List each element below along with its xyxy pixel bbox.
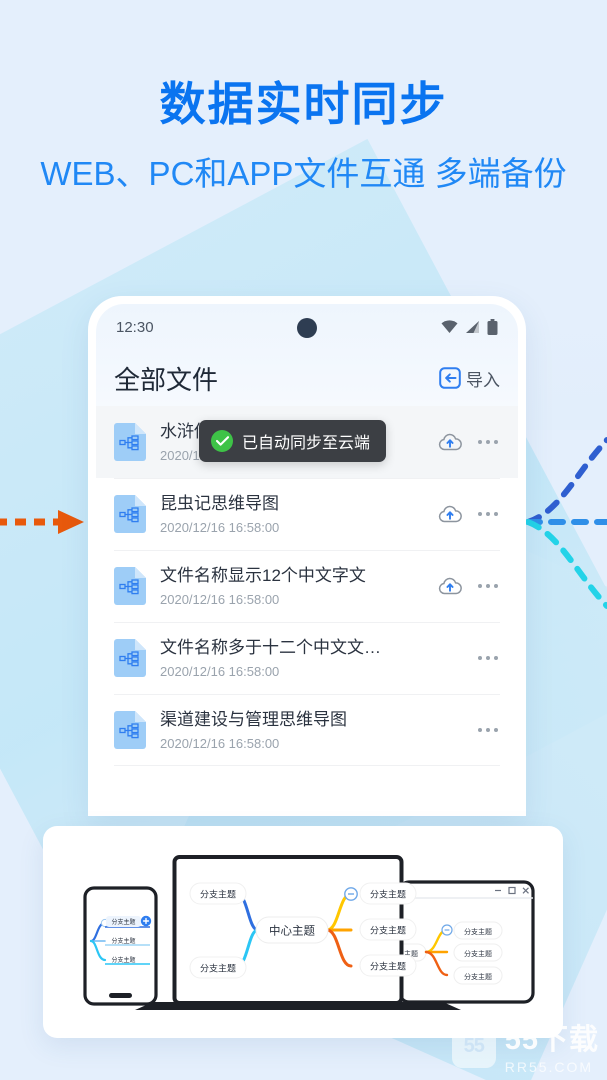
watermark-text: 55下载 RR55.COM <box>504 1024 599 1075</box>
app-bar: 全部文件 导入 <box>96 350 518 406</box>
watermark: 55 55下载 RR55.COM <box>451 1024 599 1075</box>
svg-text:分支主题: 分支主题 <box>200 963 236 974</box>
row-actions <box>438 646 500 670</box>
row-actions <box>438 718 500 742</box>
status-clock: 12:30 <box>116 318 154 336</box>
more-menu-button[interactable] <box>476 506 500 522</box>
phone-device-mockup: 分支主题 分支主题 分支主题 <box>83 886 158 1006</box>
svg-text:分支主题: 分支主题 <box>111 937 135 945</box>
file-date: 2020/12/16 16:58:00 <box>160 519 280 535</box>
svg-text:分支主题: 分支主题 <box>111 918 135 926</box>
svg-text:分支主题: 分支主题 <box>464 972 492 981</box>
file-meta: 文件名称多于十二个中文文… 2020/12/16 16:58:00 <box>160 637 438 678</box>
file-name: 文件名称显示12个中文字文 <box>160 566 366 586</box>
table-row[interactable]: 文件名称显示12个中文字文 2020/12/16 16:58:00 <box>96 550 518 622</box>
file-date: 2020/12/16 16:58:00 <box>160 663 280 679</box>
check-circle-icon <box>211 430 233 452</box>
cloud-upload-icon <box>438 433 462 451</box>
file-meta: 昆虫记思维导图 2020/12/16 16:58:00 <box>160 493 438 534</box>
app-bar-title: 全部文件 <box>114 364 219 395</box>
svg-text:分支主题: 分支主题 <box>370 961 406 972</box>
cloud-upload-slot[interactable] <box>438 574 462 598</box>
phone-mockup: 12:30 全部文件 导入 2020/12/16 昆虫记思维导图 2020/12… <box>88 296 526 816</box>
page-title: 数据实时同步 <box>159 78 448 130</box>
file-name: 渠道建设与管理思维导图 <box>160 710 347 730</box>
more-menu-button[interactable] <box>476 578 500 594</box>
more-menu-button[interactable] <box>476 434 500 450</box>
row-actions <box>438 574 500 598</box>
mindmap-file-icon <box>114 567 146 605</box>
import-button-label: 导入 <box>466 370 500 390</box>
laptop-center-node: 中心主题 <box>269 925 315 938</box>
watermark-title: 55下载 <box>504 1024 599 1056</box>
camera-notch-icon <box>297 318 317 338</box>
file-name: 文件名称多于十二个中文文… <box>160 638 381 658</box>
promo-page: 数据实时同步 WEB、PC和APP文件互通 多端备份 12:30 全部文件 导入… <box>0 0 607 1080</box>
multi-device-illustration: 中心主题 分支主题 分支主题 分支主题 <box>83 855 535 1010</box>
svg-text:分支主题: 分支主题 <box>370 925 406 936</box>
row-actions <box>438 502 500 526</box>
mindmap-file-icon <box>114 639 146 677</box>
svg-text:分支主题: 分支主题 <box>370 889 406 900</box>
import-icon <box>439 367 461 389</box>
more-menu-button[interactable] <box>476 650 500 666</box>
phone-screen: 12:30 全部文件 导入 2020/12/16 昆虫记思维导图 2020/12… <box>96 304 518 816</box>
row-actions <box>438 430 500 454</box>
watermark-domain: RR55.COM <box>504 1059 594 1075</box>
cloud-upload-slot-empty <box>438 646 462 670</box>
more-menu-button[interactable] <box>476 722 500 738</box>
svg-text:分支主题: 分支主题 <box>464 949 492 958</box>
cloud-upload-icon <box>438 505 462 523</box>
multi-device-card: 中心主题 分支主题 分支主题 分支主题 <box>43 826 563 1038</box>
sync-toast-message: 已自动同步至云端 <box>242 435 371 452</box>
mindmap-file-icon <box>114 423 146 461</box>
battery-icon <box>487 319 498 335</box>
svg-text:分支主题: 分支主题 <box>200 889 236 900</box>
table-row[interactable]: 昆虫记思维导图 2020/12/16 16:58:00 <box>96 478 518 550</box>
file-date: 2020/12/16 16:58:00 <box>160 735 280 751</box>
wifi-icon <box>441 320 458 333</box>
table-row[interactable]: 文件名称多于十二个中文文… 2020/12/16 16:58:00 <box>96 622 518 694</box>
page-subtitle: WEB、PC和APP文件互通 多端备份 <box>40 154 567 192</box>
cloud-upload-slot-empty <box>438 718 462 742</box>
import-button[interactable]: 导入 <box>439 366 500 391</box>
cloud-upload-slot[interactable] <box>438 430 462 454</box>
status-icon-group <box>441 319 498 335</box>
mindmap-file-icon <box>114 711 146 749</box>
svg-text:分支主题: 分支主题 <box>464 927 492 936</box>
sync-toast: 已自动同步至云端 <box>199 420 387 462</box>
table-row[interactable]: 渠道建设与管理思维导图 2020/12/16 16:58:00 <box>96 694 518 766</box>
watermark-logo-icon: 55 <box>451 1024 496 1068</box>
mindmap-file-icon <box>114 495 146 533</box>
cloud-upload-icon <box>438 577 462 595</box>
file-meta: 文件名称显示12个中文字文 2020/12/16 16:58:00 <box>160 565 438 606</box>
file-date: 2020/12/16 16:58:00 <box>160 591 280 607</box>
cloud-upload-slot[interactable] <box>438 502 462 526</box>
signal-icon <box>466 321 479 333</box>
file-name: 昆虫记思维导图 <box>160 494 279 514</box>
file-meta: 渠道建设与管理思维导图 2020/12/16 16:58:00 <box>160 709 438 750</box>
svg-text:分支主题: 分支主题 <box>111 956 135 964</box>
hero-text: 数据实时同步 WEB、PC和APP文件互通 多端备份 <box>0 78 607 195</box>
